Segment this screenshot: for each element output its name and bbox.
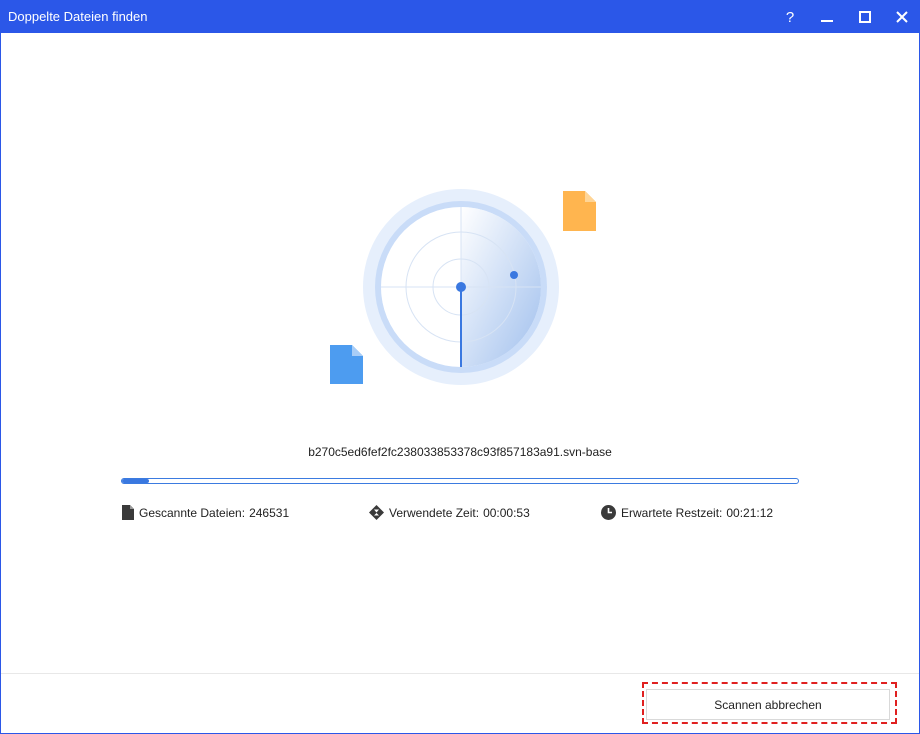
clock-icon bbox=[601, 505, 616, 520]
minimize-button[interactable] bbox=[808, 1, 846, 33]
scanned-files-stat: Gescannte Dateien: 246531 bbox=[122, 505, 289, 520]
scanned-files-label: Gescannte Dateien: bbox=[139, 505, 246, 520]
window-title: Doppelte Dateien finden bbox=[8, 9, 148, 24]
radar-scan-animation bbox=[363, 189, 559, 385]
scan-progress-fill bbox=[122, 479, 150, 483]
remaining-time-value: 00:21:12 bbox=[726, 505, 774, 520]
current-scanned-file: b270c5ed6fef2fc238033853378c93f857183a91… bbox=[308, 445, 612, 459]
maximize-button[interactable] bbox=[846, 1, 884, 33]
remaining-time-stat: Erwartete Restzeit: 00:21:12 bbox=[601, 505, 773, 520]
cancel-scan-button[interactable]: Scannen abbrechen bbox=[646, 689, 890, 720]
document-icon-orange bbox=[563, 191, 596, 231]
elapsed-time-value: 00:00:53 bbox=[483, 505, 530, 520]
close-icon bbox=[896, 11, 908, 23]
question-mark-icon: ? bbox=[785, 8, 795, 26]
scanned-files-value: 246531 bbox=[249, 505, 290, 520]
elapsed-time-stat: Verwendete Zeit: 00:00:53 bbox=[369, 505, 530, 520]
title-bar[interactable]: Doppelte Dateien finden ? bbox=[1, 1, 919, 33]
elapsed-time-label: Verwendete Zeit: bbox=[389, 505, 480, 520]
maximize-icon bbox=[859, 11, 871, 23]
file-icon bbox=[122, 505, 134, 520]
help-button[interactable]: ? bbox=[771, 1, 809, 33]
remaining-time-label: Erwartete Restzeit: bbox=[621, 505, 723, 520]
hourglass-icon bbox=[369, 505, 384, 520]
footer-divider bbox=[1, 673, 919, 674]
app-window: Doppelte Dateien finden ? b270c5ed6fef2f… bbox=[0, 0, 920, 734]
document-icon-blue bbox=[330, 345, 363, 384]
minimize-icon bbox=[821, 20, 833, 22]
scan-progress-bar bbox=[121, 478, 799, 484]
close-button[interactable] bbox=[883, 1, 920, 33]
